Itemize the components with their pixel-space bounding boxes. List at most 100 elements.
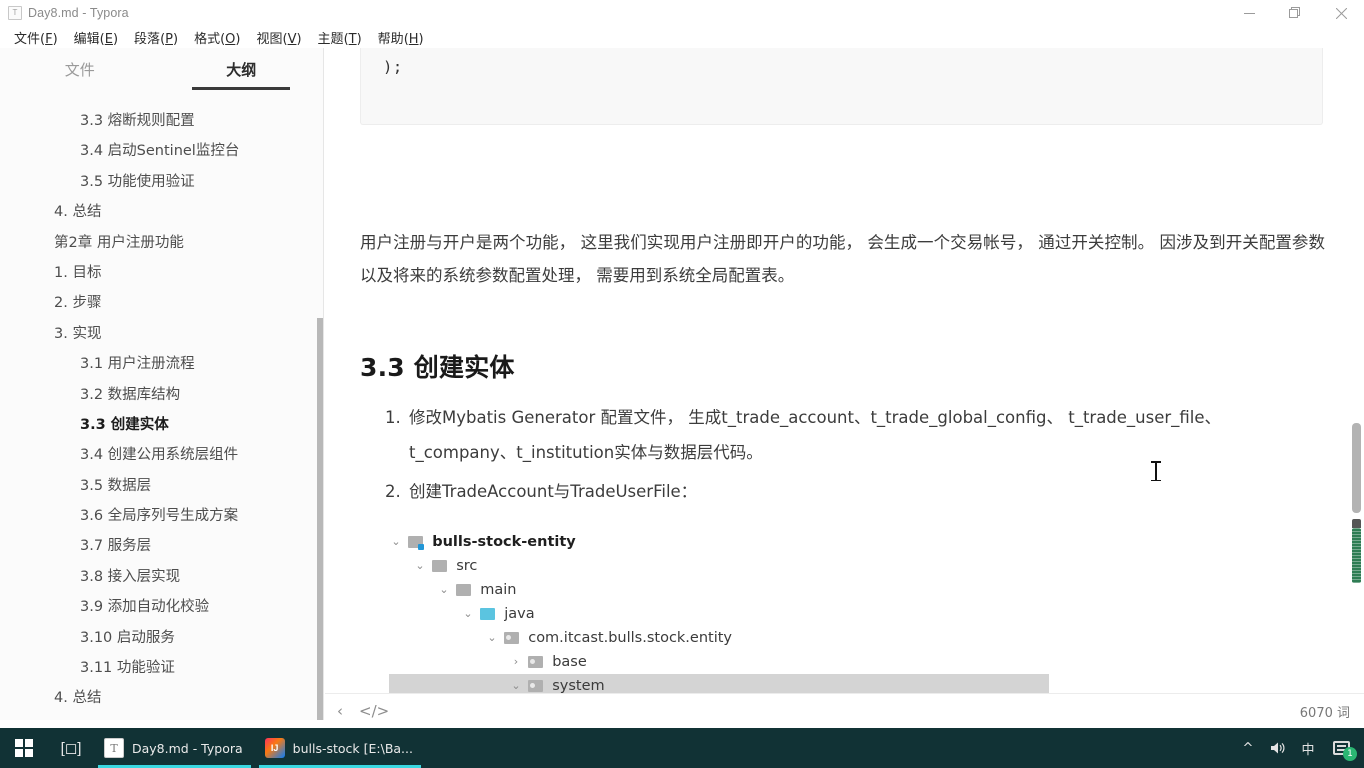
outline-item[interactable]: 3.7 服务层: [0, 531, 323, 561]
outline-item[interactable]: 3.4 创建公用系统层组件: [0, 440, 323, 470]
chevron-down-icon[interactable]: ⌄: [509, 674, 523, 693]
outline-item[interactable]: 4. 总结: [0, 197, 323, 227]
editor-scroll-thumb[interactable]: [1352, 423, 1361, 513]
outline-item[interactable]: 3.9 添加自动化校验: [0, 592, 323, 622]
menu-bar: 文件(F) 编辑(E) 段落(P) 格式(O) 视图(V) 主题(T) 帮助(H…: [0, 26, 1364, 48]
windows-start-icon[interactable]: [0, 728, 48, 768]
editor-scroll-marker[interactable]: [1352, 519, 1361, 583]
outline-item[interactable]: 3.1 用户注册流程: [0, 349, 323, 379]
code-line: );: [383, 58, 403, 76]
folder-package-icon: [527, 680, 543, 692]
code-block[interactable]: );: [360, 48, 1323, 125]
tree-row[interactable]: ⌄ src: [389, 554, 1289, 578]
sidebar-tab-files[interactable]: 文件: [0, 59, 160, 80]
editor-scrollbar[interactable]: [1350, 48, 1364, 693]
folder-module-icon: [407, 536, 424, 550]
speaker-icon[interactable]: [1264, 728, 1292, 768]
ime-indicator[interactable]: 中: [1294, 728, 1322, 768]
tree-row[interactable]: › base: [389, 650, 1289, 674]
menu-label: 格式: [194, 31, 221, 47]
folder-icon: [455, 584, 471, 596]
outline-item[interactable]: 3.8 接入层实现: [0, 562, 323, 592]
list-number: 2.: [385, 482, 401, 501]
outline-item[interactable]: 1. 目标: [0, 258, 323, 288]
menu-accel: O: [225, 31, 236, 47]
outline-item[interactable]: 3.11 功能验证: [0, 653, 323, 683]
sidebar-tab-outline-label: 大纲: [226, 60, 257, 79]
folder-package-icon: [527, 656, 543, 668]
chevron-right-icon[interactable]: ›: [509, 650, 523, 674]
outline-item[interactable]: 3.10 启动服务: [0, 623, 323, 653]
folder-icon: [431, 560, 447, 572]
task-view-icon[interactable]: [◻]: [48, 728, 94, 768]
chevron-down-icon[interactable]: ⌄: [461, 602, 475, 626]
action-center-icon[interactable]: 1: [1324, 728, 1358, 768]
tree-item-label: base: [552, 654, 587, 670]
minimize-icon[interactable]: [1226, 0, 1272, 26]
chevron-up-icon[interactable]: ^: [1234, 728, 1262, 768]
folder-source-icon: [479, 608, 495, 620]
menu-item-theme[interactable]: 主题(T): [310, 26, 370, 49]
window-controls: [1226, 0, 1364, 26]
menu-accel: T: [348, 31, 357, 47]
intellij-idea-icon: IJ: [264, 738, 285, 758]
tree-item-label: system: [552, 678, 605, 693]
list-text: 创建TradeAccount与TradeUserFile：: [409, 482, 698, 501]
menu-item-paragraph[interactable]: 段落(P): [126, 26, 186, 49]
tree-row[interactable]: ⌄ system: [389, 674, 1289, 693]
outline-item[interactable]: 2. 步骤: [0, 288, 323, 318]
tree-item-label: main: [480, 582, 517, 598]
chevron-left-icon[interactable]: ‹: [337, 702, 343, 720]
outline-item[interactable]: 3.5 数据层: [0, 471, 323, 501]
outline-item[interactable]: 第2章 用户注册功能: [0, 228, 323, 258]
outline-list: 3.3 熔断规则配置 3.4 启动Sentinel监控台 3.5 功能使用验证 …: [0, 106, 323, 720]
editor-area[interactable]: ); 用户注册与开户是两个功能， 这里我们实现用户注册即开户的功能， 会生成一个…: [325, 48, 1364, 693]
tree-row[interactable]: ⌄ main: [389, 578, 1289, 602]
outline-item[interactable]: 4. 总结: [0, 683, 323, 713]
taskbar-app-typora[interactable]: T Day8.md - Typora: [94, 728, 255, 768]
list-item: 1. 修改Mybatis Generator 配置文件， 生成t_trade_a…: [385, 400, 1325, 470]
taskbar-app-intellij[interactable]: IJ bulls-stock [E:\Ba...: [255, 728, 425, 768]
title-bar: T Day8.md - Typora: [0, 0, 1364, 26]
outline-item[interactable]: 3.3 熔断规则配置: [0, 106, 323, 136]
close-icon[interactable]: [1318, 0, 1364, 26]
tree-row[interactable]: ⌄ java: [389, 602, 1289, 626]
tree-row[interactable]: ⌄ com.itcast.bulls.stock.entity: [389, 626, 1289, 650]
outline-item-active[interactable]: 3.3 创建实体: [0, 410, 323, 440]
typora-document-icon: T: [8, 6, 22, 20]
chevron-down-icon[interactable]: ⌄: [437, 578, 451, 602]
menu-label: 视图: [256, 31, 283, 47]
outline-item[interactable]: 3.6 全局序列号生成方案: [0, 501, 323, 531]
menu-item-file[interactable]: 文件(F): [6, 26, 66, 49]
menu-label: 编辑: [73, 31, 100, 47]
menu-item-help[interactable]: 帮助(H): [370, 26, 432, 49]
active-tab-underline: [192, 86, 291, 90]
menu-label: 文件: [14, 31, 41, 47]
tree-item-label: bulls-stock-entity: [432, 534, 576, 550]
body-paragraph: 用户注册与开户是两个功能， 这里我们实现用户注册即开户的功能， 会生成一个交易帐…: [360, 233, 1325, 285]
text-cursor: [1151, 461, 1161, 481]
window-title: Day8.md - Typora: [28, 6, 129, 20]
chevron-down-icon[interactable]: ⌄: [389, 530, 403, 554]
taskbar-app-label: bulls-stock [E:\Ba...: [292, 740, 413, 756]
menu-item-format[interactable]: 格式(O): [186, 26, 248, 49]
menu-item-view[interactable]: 视图(V): [248, 26, 309, 49]
menu-label: 主题: [317, 31, 344, 47]
source-code-icon[interactable]: </>: [359, 702, 389, 720]
outline-item[interactable]: 3.4 启动Sentinel监控台: [0, 136, 323, 166]
maximize-icon[interactable]: [1272, 0, 1318, 26]
sidebar-scroll-thumb[interactable]: [317, 318, 323, 720]
sidebar-tab-outline[interactable]: 大纲: [160, 59, 324, 90]
word-count[interactable]: 6070 词: [1300, 702, 1364, 721]
tree-row[interactable]: ⌄ bulls-stock-entity: [389, 530, 1289, 554]
status-bar: ‹ </> 6070 词: [325, 693, 1364, 728]
tree-item-label: com.itcast.bulls.stock.entity: [528, 630, 733, 646]
outline-item[interactable]: 3.2 数据库结构: [0, 380, 323, 410]
menu-item-edit[interactable]: 编辑(E): [66, 26, 126, 49]
chevron-down-icon[interactable]: ⌄: [485, 626, 499, 650]
outline-item[interactable]: 3. 实现: [0, 319, 323, 349]
project-tree-image: ⌄ bulls-stock-entity ⌄ src ⌄ main ⌄ java…: [389, 530, 1289, 693]
menu-accel: H: [408, 31, 419, 47]
chevron-down-icon[interactable]: ⌄: [413, 554, 427, 578]
outline-item[interactable]: 3.5 功能使用验证: [0, 167, 323, 197]
